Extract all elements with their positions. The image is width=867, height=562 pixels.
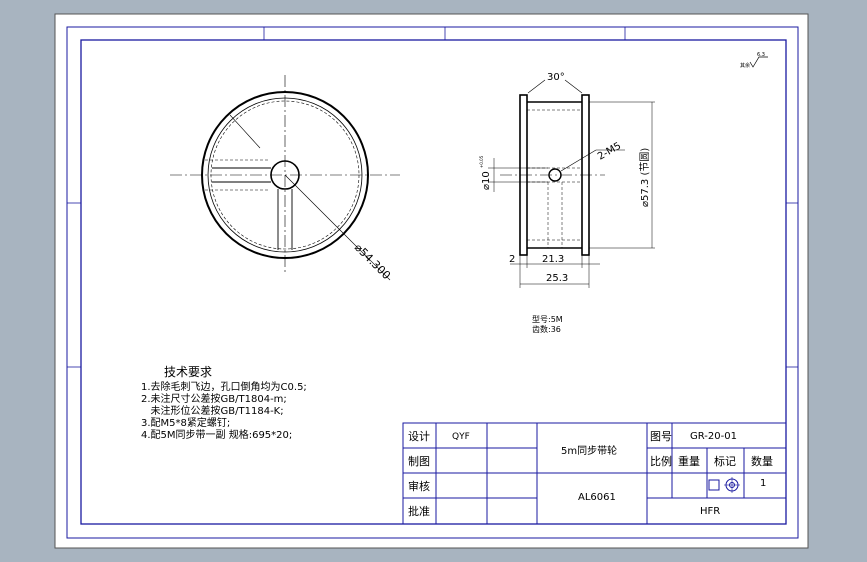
roughness-value: 6.3 — [757, 52, 765, 58]
spec-teeth: 齿数:36 — [532, 324, 561, 334]
pitch-label: ⌀57.3 (节圆) — [639, 148, 651, 207]
designer-name: QYF — [452, 432, 470, 442]
material: AL6061 — [578, 492, 616, 503]
tech-req-title: 技术要求 — [164, 365, 212, 379]
roughness-prefix: 其余 — [740, 62, 750, 69]
drawing-no: GR-20-01 — [690, 431, 737, 442]
part-name: 5m同步带轮 — [561, 444, 617, 457]
bore-label: ⌀10 — [481, 171, 492, 190]
row-label-review: 审核 — [408, 479, 430, 493]
company-name: HFR — [700, 506, 720, 517]
header-weight: 重量 — [678, 454, 700, 468]
tech-req-item-5: 4.配5M同步带一副 规格:695*20; — [141, 428, 292, 441]
angle-label: 30° — [547, 72, 565, 83]
header-scale: 比例 — [650, 454, 672, 468]
row-label-approve: 批准 — [408, 504, 430, 518]
inner-width-label: 21.3 — [542, 254, 564, 265]
total-width-label: 25.3 — [546, 273, 568, 284]
drawing-no-label: 图号 — [650, 430, 672, 443]
row-label-draft: 制图 — [408, 455, 430, 468]
tech-req-item-4: 3.配M5*8紧定螺钉; — [141, 416, 230, 429]
flange-width-label: 2 — [509, 254, 515, 265]
tech-req-item-1: 1.去除毛刺飞边，孔口倒角均为C0.5; — [141, 380, 307, 393]
tech-req-item-2: 2.未注尺寸公差按GB/T1804-m; — [141, 392, 287, 405]
header-quantity: 数量 — [751, 455, 773, 468]
row-label-design: 设计 — [408, 430, 430, 443]
bore-tolerance: +0.05 — [479, 155, 484, 168]
spec-model: 型号:5M — [532, 315, 563, 324]
tech-req-item-3: 未注形位公差按GB/T1184-K; — [141, 404, 284, 417]
quantity-value: 1 — [760, 478, 766, 489]
header-mark: 标记 — [714, 454, 736, 468]
cad-drawing-canvas: 其余 6.3 ⌀54.300 30° 2-M5 ⌀10 +0.05 ⌀57.3 … — [54, 13, 809, 549]
